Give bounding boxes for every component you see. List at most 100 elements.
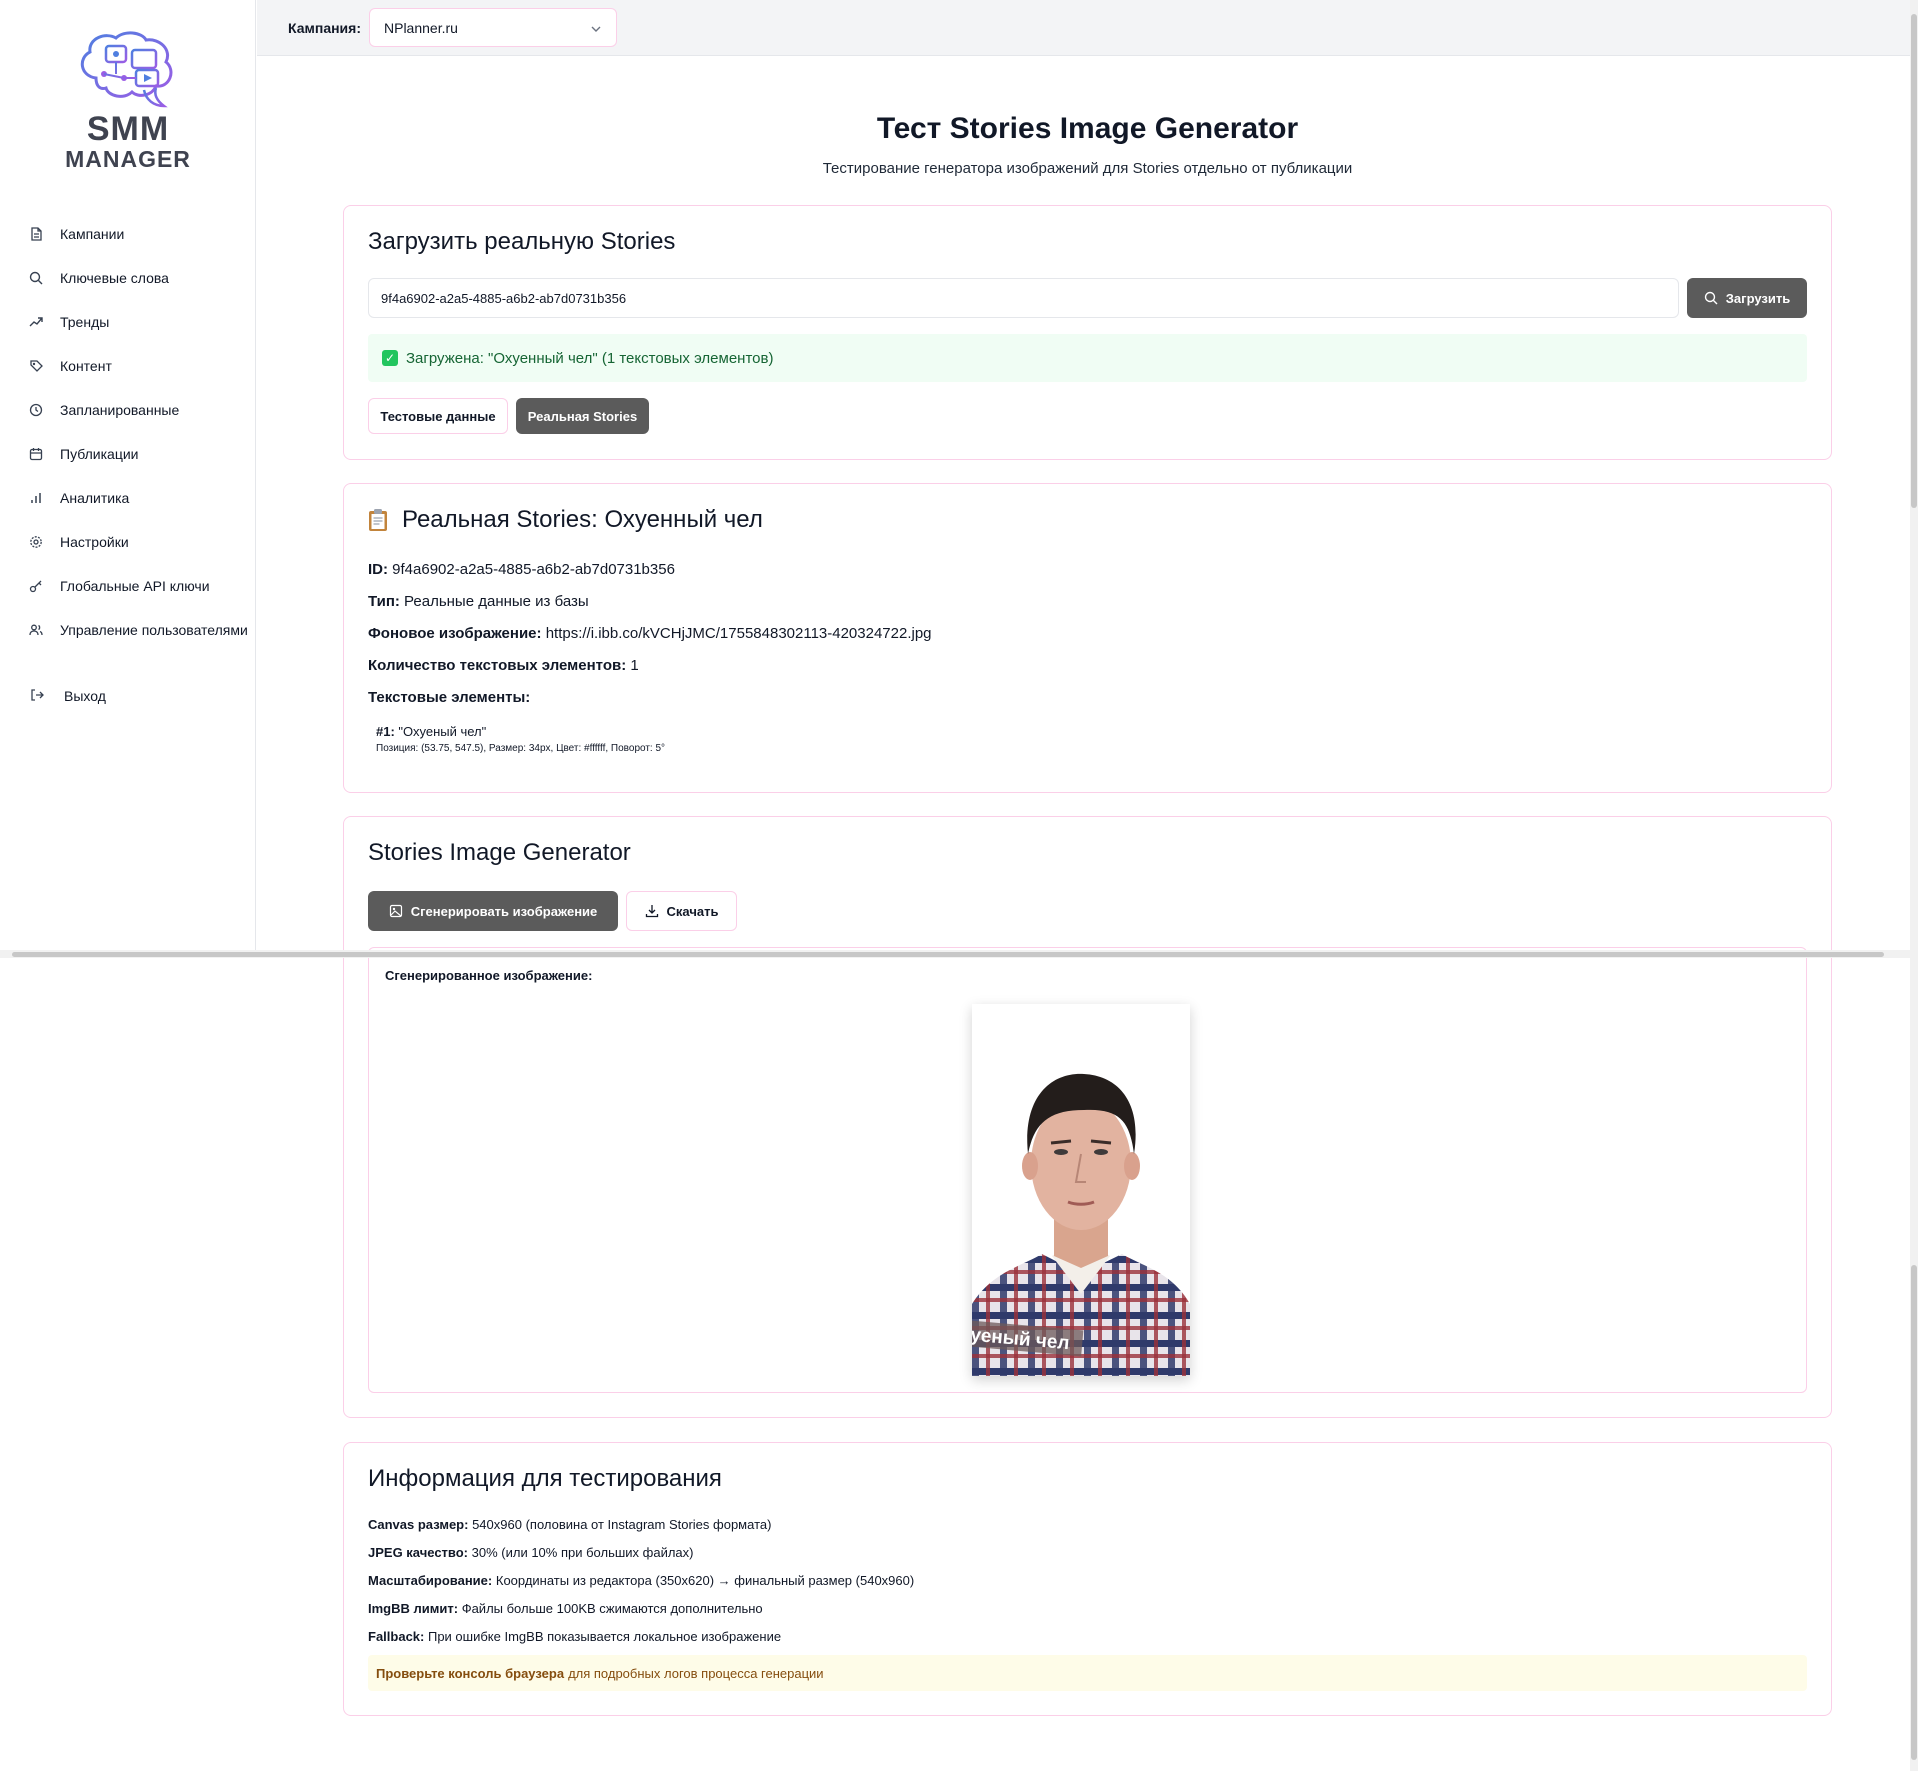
clock-icon (28, 402, 44, 418)
text-element-index: #1: (376, 724, 395, 739)
download-button-label: Скачать (666, 903, 719, 919)
gear-icon (28, 534, 44, 550)
generated-story-image: уеный чел (972, 1004, 1190, 1376)
key-icon (28, 578, 44, 594)
text-element-details: Позиция: (53.75, 547.5), Размер: 34px, Ц… (376, 743, 666, 754)
text-element-text: "Охуеный чел" (398, 724, 487, 739)
success-text: Загружена: "Охуенный чел" (1 текстовых э… (406, 349, 774, 367)
generator-card-title: Stories Image Generator (368, 839, 631, 866)
info-count-label: Количество текстовых элементов: (368, 657, 627, 674)
testing-line-value: 540x960 (половина от Instagram Stories ф… (472, 1517, 772, 1532)
info-count-line: Количество текстовых элементов: 1 (368, 657, 639, 674)
bar-chart-icon (28, 490, 44, 506)
sidebar-item-users[interactable]: Управление пользователями (0, 608, 256, 652)
page-title: Тест Stories Image Generator (876, 112, 1299, 145)
sidebar-item-label: Аналитика (60, 490, 130, 506)
testing-card-title: Информация для тестирования (368, 1465, 722, 1492)
sidebar-item-analytics[interactable]: Аналитика (0, 476, 256, 520)
testing-line-value: Координаты из редактора (350x620) → фина… (495, 1573, 915, 1588)
vertical-scroll-thumb-top[interactable] (1911, 14, 1917, 508)
sidebar-item-label: Запланированные (60, 402, 180, 418)
chevron-down-icon (590, 22, 602, 34)
info-bg-value: https://i.ibb.co/kVCHjJMC/1755848302113-… (545, 625, 932, 642)
story-info-title-text: Реальная Stories: Охуенный чел (402, 506, 763, 533)
logo-line2: MANAGER (65, 146, 191, 172)
info-id-value: 9f4a6902-a2a5-4885-a6b2-ab7d0731b356 (392, 561, 675, 578)
load-button[interactable]: Загрузить (1687, 278, 1807, 318)
download-button[interactable]: Скачать (626, 891, 737, 931)
sidebar-item-trends[interactable]: Тренды (0, 300, 256, 344)
search-icon (28, 270, 44, 286)
vertical-scroll-thumb-bottom[interactable] (1911, 1265, 1917, 1760)
image-icon (389, 904, 403, 918)
load-button-label: Загрузить (1725, 290, 1791, 306)
sidebar-item-publications[interactable]: Публикации (0, 432, 256, 476)
sidebar-item-keywords[interactable]: Ключевые слова (0, 256, 256, 300)
campaign-label: Кампания: (288, 19, 361, 36)
sidebar-item-label: Тренды (60, 314, 110, 330)
success-message: ✓ Загружена: "Охуенный чел" (1 текстовых… (368, 334, 1807, 382)
campaign-select[interactable]: NPlanner.ru (369, 8, 617, 47)
story-info-title: Реальная Stories: Охуенный чел (368, 506, 763, 534)
console-hint-bold: Проверьте консоль браузера (376, 1665, 565, 1681)
story-id-input[interactable] (368, 278, 1679, 318)
testing-line-value: Файлы больше 100KB сжимаются дополнитель… (461, 1601, 763, 1616)
info-type-label: Тип: (368, 593, 400, 610)
app-logo[interactable]: SMM MANAGER (60, 30, 196, 171)
horizontal-scrollbar[interactable] (0, 950, 1910, 958)
sidebar-nav: Кампании Ключевые слова Тренды Контент З… (0, 212, 256, 652)
logout-label: Выход (64, 688, 106, 704)
testing-line-value: При ошибке ImgBB показывается локальное … (427, 1629, 782, 1644)
page-subtitle: Тестирование генератора изображений для … (822, 160, 1353, 177)
calendar-icon (28, 446, 44, 462)
testing-info-card: Информация для тестирования Canvas разме… (343, 1442, 1832, 1716)
info-count-value: 1 (630, 657, 639, 674)
campaign-selected-value: NPlanner.ru (384, 19, 458, 36)
sidebar-item-scheduled[interactable]: Запланированные (0, 388, 256, 432)
vertical-scrollbar[interactable] (1910, 0, 1918, 1771)
topbar: Кампания: NPlanner.ru (257, 0, 1910, 56)
testing-line-fallback: Fallback: При ошибке ImgBB показывается … (368, 1629, 781, 1644)
sidebar-item-content[interactable]: Контент (0, 344, 256, 388)
load-story-card: Загрузить реальную Stories Загрузить ✓ З… (343, 205, 1832, 460)
sidebar-item-label: Ключевые слова (60, 270, 169, 286)
generate-image-button[interactable]: Сгенерировать изображение (368, 891, 618, 931)
portrait-photo: уеный чел (972, 1004, 1190, 1376)
generated-image-panel: Сгенерированное изображение: уеный чел (368, 947, 1807, 1393)
users-icon (28, 622, 44, 638)
horizontal-scroll-thumb[interactable] (12, 952, 1884, 957)
generated-image-label: Сгенерированное изображение: (385, 968, 593, 983)
testing-line-value: 30% (или 10% при больших файлах) (471, 1545, 694, 1560)
logout-icon (30, 688, 46, 704)
story-info-card: Реальная Stories: Охуенный чел ID: 9f4a6… (343, 483, 1832, 793)
console-hint: Проверьте консоль браузера для подробных… (368, 1655, 1807, 1691)
testing-line-label: Canvas размер: (368, 1517, 469, 1532)
info-bg-line: Фоновое изображение: https://i.ibb.co/kV… (368, 625, 932, 642)
info-id-label: ID: (368, 561, 388, 578)
tab-test-data[interactable]: Тестовые данные (368, 398, 508, 434)
load-card-title: Загрузить реальную Stories (368, 228, 676, 255)
sidebar-item-label: Контент (60, 358, 112, 374)
testing-line-jpeg: JPEG качество: 30% (или 10% при больших … (368, 1545, 693, 1560)
generate-button-label: Сгенерировать изображение (410, 903, 598, 919)
tab-real-story[interactable]: Реальная Stories (516, 398, 649, 434)
console-hint-text: для подробных логов процесса генерации (568, 1665, 824, 1681)
info-elements-label: Текстовые элементы: (368, 689, 531, 706)
testing-line-label: Масштабирование: (368, 1573, 493, 1588)
info-elements-line: Текстовые элементы: (368, 689, 530, 706)
info-bg-label: Фоновое изображение: (368, 625, 542, 642)
palette-icon (28, 358, 44, 374)
sidebar-item-label: Кампании (60, 226, 125, 242)
search-icon (1704, 291, 1718, 305)
sidebar-item-label: Глобальные API ключи (60, 578, 210, 594)
sidebar-item-label: Управление пользователями (60, 622, 248, 638)
sidebar-item-settings[interactable]: Настройки (0, 520, 256, 564)
logout-button[interactable]: Выход (0, 676, 256, 716)
testing-line-label: JPEG качество: (368, 1545, 469, 1560)
sidebar-item-label: Настройки (60, 534, 129, 550)
sidebar-item-campaigns[interactable]: Кампании (0, 212, 256, 256)
logo-text: SMM MANAGER (60, 112, 196, 171)
text-element-title: #1: "Охуеный чел" (376, 724, 665, 739)
testing-line-label: ImgBB лимит: (368, 1601, 459, 1616)
sidebar-item-api-keys[interactable]: Глобальные API ключи (0, 564, 256, 608)
